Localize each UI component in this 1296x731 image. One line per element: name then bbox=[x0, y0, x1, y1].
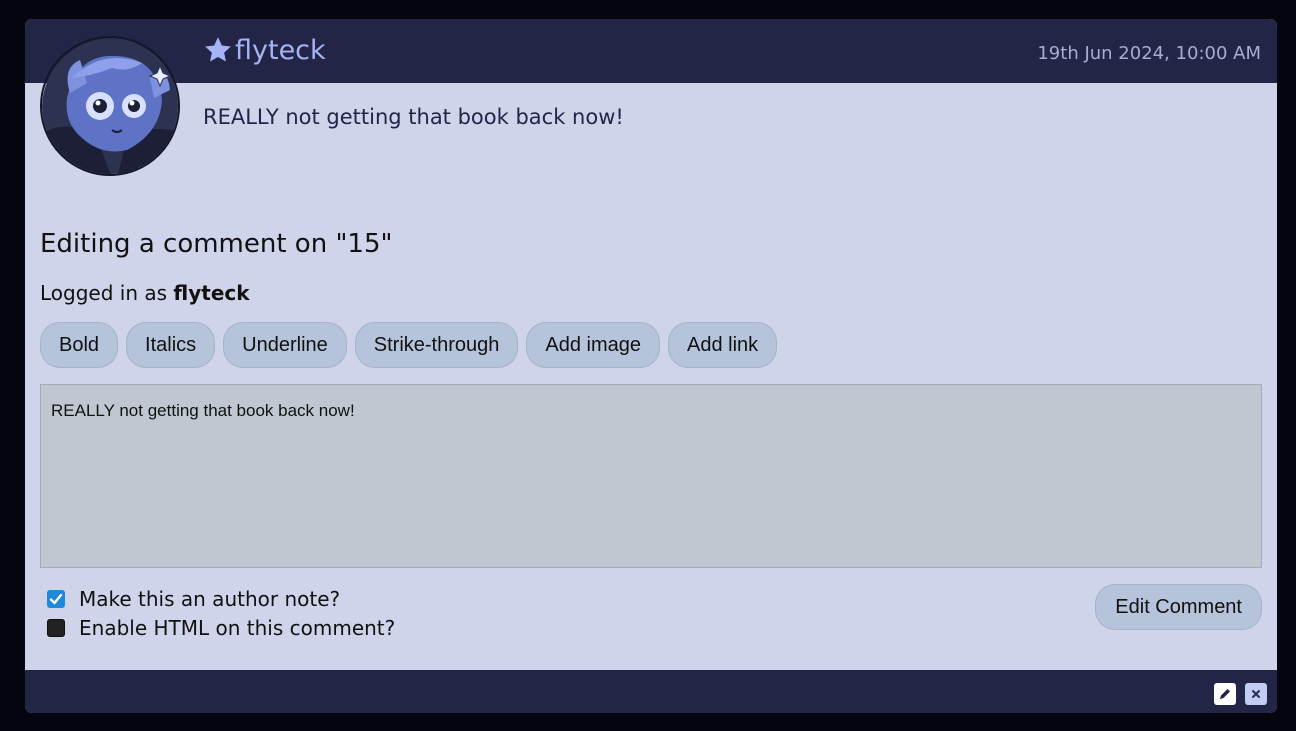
author-note-label: Make this an author note? bbox=[79, 587, 341, 611]
edit-comment-button[interactable]: Edit Comment bbox=[1095, 584, 1262, 630]
comment-body: REALLY not getting that book back now! bbox=[203, 105, 624, 129]
comment-timestamp: 19th Jun 2024, 10:00 AM bbox=[1037, 43, 1261, 64]
comment-header: flyteck 19th Jun 2024, 10:00 AM bbox=[25, 19, 1277, 83]
checkmark-icon bbox=[49, 593, 63, 605]
avatar-image bbox=[42, 38, 178, 174]
italics-button[interactable]: Italics bbox=[126, 322, 216, 368]
formatting-toolbar: Bold Italics Underline Strike-through Ad… bbox=[40, 322, 778, 368]
comment-textarea[interactable]: REALLY not getting that book back now! bbox=[40, 384, 1262, 568]
add-image-button[interactable]: Add image bbox=[526, 322, 661, 368]
logged-in-status: Logged in as flyteck bbox=[40, 281, 250, 305]
enable-html-label: Enable HTML on this comment? bbox=[79, 616, 396, 640]
enable-html-option[interactable]: Enable HTML on this comment? bbox=[47, 616, 395, 640]
pencil-icon[interactable] bbox=[1214, 683, 1236, 705]
comment-card: flyteck 19th Jun 2024, 10:00 AM REALLY n… bbox=[25, 19, 1277, 713]
logged-in-prefix: Logged in as bbox=[40, 281, 174, 305]
star-icon bbox=[205, 37, 231, 62]
bold-button[interactable]: Bold bbox=[40, 322, 119, 368]
author-link[interactable]: flyteck bbox=[203, 35, 326, 65]
logged-in-username: flyteck bbox=[173, 281, 250, 305]
edit-form-title: Editing a comment on "15" bbox=[40, 229, 393, 259]
strike-through-button[interactable]: Strike-through bbox=[354, 322, 519, 368]
add-link-button[interactable]: Add link bbox=[668, 322, 778, 368]
avatar[interactable] bbox=[40, 36, 180, 176]
author-note-option[interactable]: Make this an author note? bbox=[47, 587, 340, 611]
close-icon[interactable] bbox=[1245, 683, 1267, 705]
author-name: flyteck bbox=[235, 34, 326, 66]
enable-html-checkbox[interactable] bbox=[47, 619, 65, 637]
comment-footer bbox=[25, 670, 1277, 713]
author-note-checkbox[interactable] bbox=[47, 590, 65, 608]
underline-button[interactable]: Underline bbox=[223, 322, 347, 368]
